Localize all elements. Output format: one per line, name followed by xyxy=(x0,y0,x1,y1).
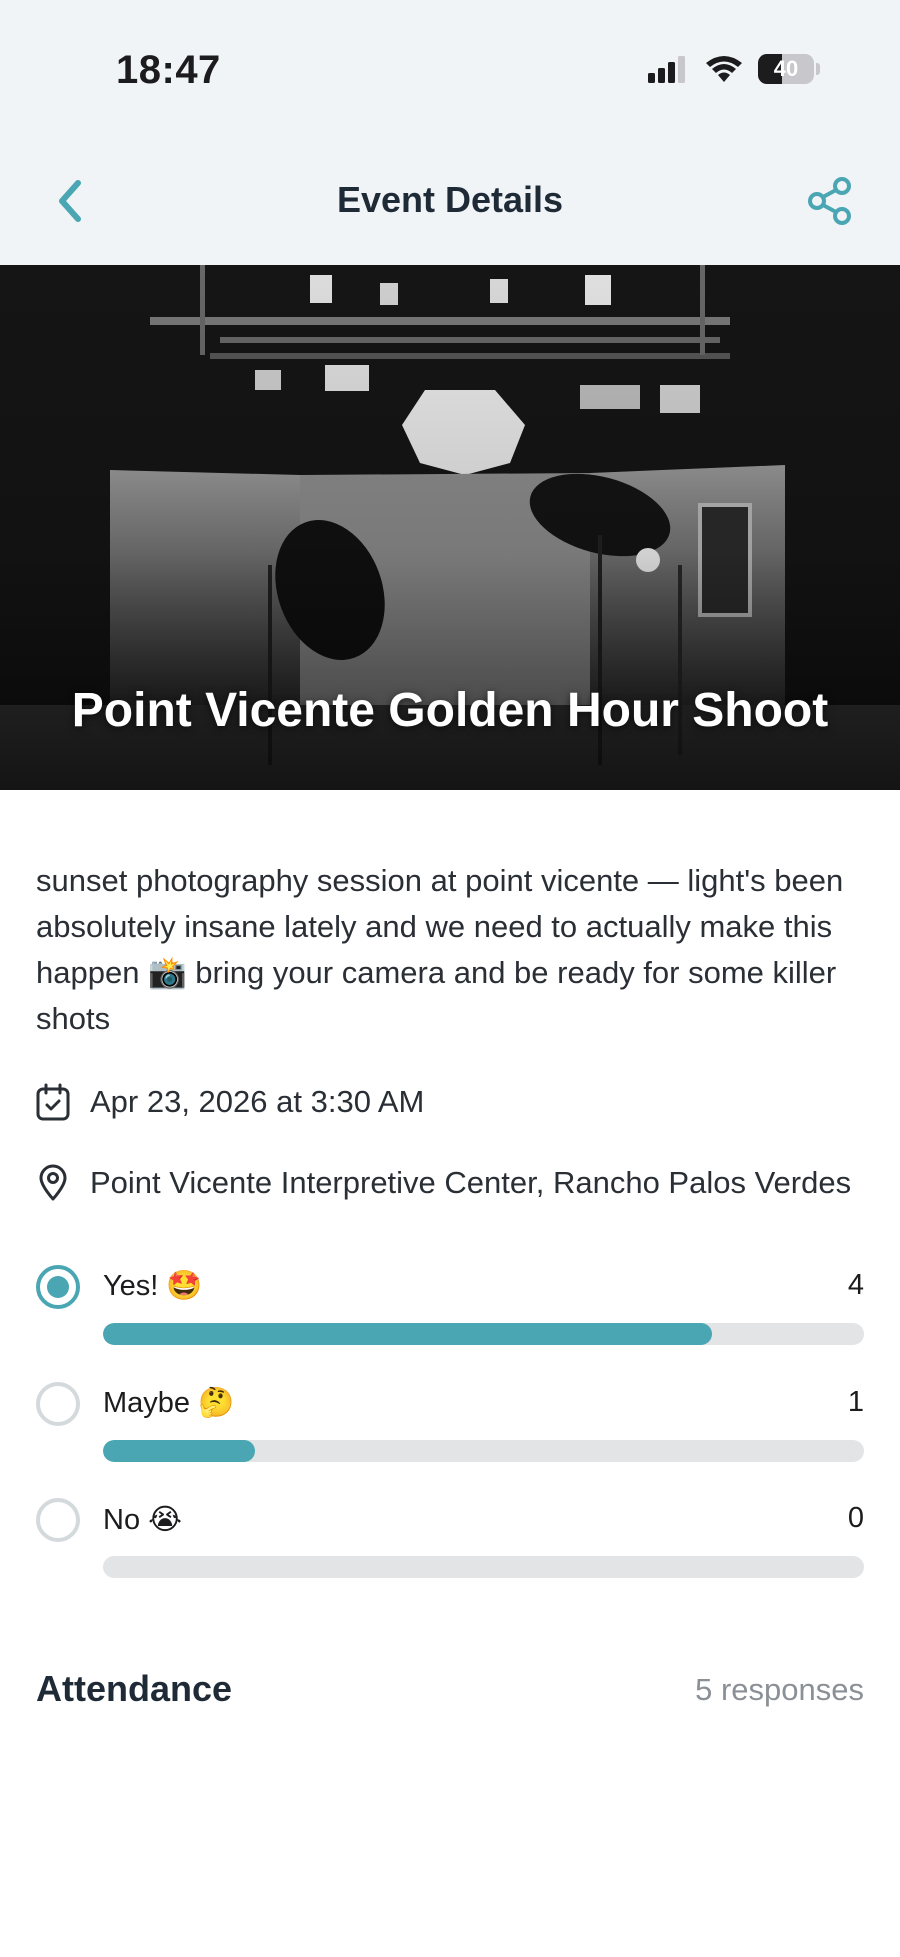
battery-level: 40 xyxy=(773,56,799,81)
rsvp-label-maybe: Maybe 🤔 xyxy=(103,1387,235,1419)
attendance-heading: Attendance xyxy=(36,1668,233,1709)
rsvp-bar-maybe xyxy=(103,1440,864,1462)
page-title: Event Details xyxy=(336,179,564,220)
event-description: sunset photography session at point vice… xyxy=(36,863,844,1036)
rsvp-bar-yes xyxy=(103,1323,864,1345)
radio-maybe[interactable] xyxy=(36,1382,80,1426)
attendance-response-count[interactable]: 5 responses xyxy=(695,1672,864,1708)
rsvp-bar-no xyxy=(103,1556,864,1578)
map-pin-icon xyxy=(39,1164,67,1201)
radio-no[interactable] xyxy=(36,1498,80,1542)
rsvp-bar-fill-yes xyxy=(103,1323,712,1345)
wifi-icon xyxy=(706,56,742,82)
cellular-signal-icon xyxy=(648,56,685,83)
event-location: Point Vicente Interpretive Center, Ranch… xyxy=(90,1165,852,1200)
rsvp-option-yes[interactable]: Yes! 🤩 4 xyxy=(36,1265,864,1355)
event-location-row[interactable]: Point Vicente Interpretive Center, Ranch… xyxy=(36,1164,851,1202)
event-title: Point Vicente Golden Hour Shoot xyxy=(71,684,829,737)
rsvp-option-maybe[interactable]: Maybe 🤔 1 xyxy=(36,1382,864,1472)
status-icons: 40 xyxy=(648,54,820,84)
rsvp-bar-fill-maybe xyxy=(103,1440,256,1462)
rsvp-count-yes: 4 xyxy=(847,1269,864,1301)
status-bar: 18:47 40 xyxy=(0,0,900,145)
event-date-row: Apr 23, 2026 at 3:30 AM xyxy=(36,1083,424,1121)
rsvp-count-no: 0 xyxy=(847,1502,864,1534)
event-cover-image: Point Vicente Golden Hour Shoot xyxy=(0,265,900,790)
rsvp-label-yes: Yes! 🤩 xyxy=(103,1270,203,1302)
share-button[interactable] xyxy=(804,175,856,227)
event-date: Apr 23, 2026 at 3:30 AM xyxy=(90,1084,425,1119)
rsvp-option-no[interactable]: No 😭 0 xyxy=(36,1498,864,1588)
status-time: 18:47 xyxy=(116,48,221,92)
battery-icon: 40 xyxy=(758,54,820,84)
radio-yes[interactable] xyxy=(36,1265,80,1309)
calendar-check-icon xyxy=(36,1083,70,1121)
rsvp-label-no: No 😭 xyxy=(103,1504,183,1536)
share-icon xyxy=(808,177,851,225)
navigation-bar: Event Details xyxy=(0,145,900,265)
rsvp-count-maybe: 1 xyxy=(847,1386,864,1418)
